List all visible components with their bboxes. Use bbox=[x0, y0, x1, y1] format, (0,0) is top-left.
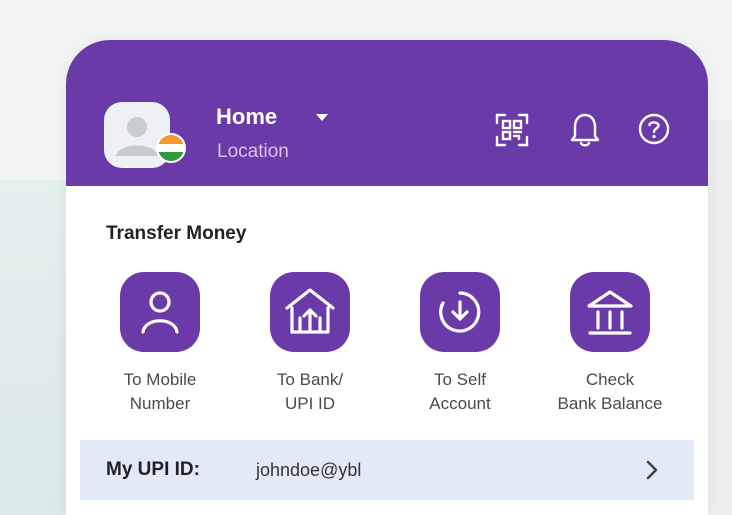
help-icon[interactable] bbox=[637, 112, 671, 146]
to-self-account-line1: To Self bbox=[434, 370, 486, 389]
to-self-account-line2: Account bbox=[429, 394, 491, 413]
to-self-account-button[interactable]: To Self Account bbox=[385, 272, 535, 416]
check-bank-balance-line1: Check bbox=[585, 370, 635, 389]
self-transfer-icon bbox=[439, 291, 481, 333]
app-header: Home Location bbox=[66, 40, 708, 186]
bank-icon bbox=[587, 290, 633, 335]
bell-icon[interactable] bbox=[568, 112, 602, 148]
upi-id-label: My UPI ID: bbox=[106, 459, 200, 480]
bank-upi-icon bbox=[285, 288, 335, 334]
my-upi-id-row[interactable]: My UPI ID: johndoe@ybl bbox=[80, 440, 694, 500]
to-bank-upi-line1: To Bank/ bbox=[276, 370, 344, 389]
check-bank-balance-button[interactable]: Check Bank Balance bbox=[535, 272, 685, 416]
person-icon bbox=[141, 291, 179, 334]
check-bank-balance-line2: Bank Balance bbox=[557, 394, 663, 413]
chevron-down-icon[interactable] bbox=[316, 114, 328, 121]
background-left bbox=[0, 180, 66, 515]
chevron-right-icon[interactable] bbox=[642, 458, 662, 482]
location-title[interactable]: Home bbox=[216, 104, 277, 130]
to-mobile-number-line2: Number bbox=[129, 394, 191, 413]
upi-id-value: johndoe@ybl bbox=[256, 460, 362, 480]
phone-screen: Home Location Transfer Money To Mobile N… bbox=[66, 40, 708, 515]
to-bank-upi-line2: UPI ID bbox=[284, 394, 336, 413]
to-mobile-number-line1: To Mobile bbox=[123, 370, 197, 389]
qr-scan-icon[interactable] bbox=[494, 112, 530, 148]
location-subtitle[interactable]: Location bbox=[217, 141, 289, 163]
to-mobile-number-button[interactable]: To Mobile Number bbox=[85, 272, 235, 416]
transfer-money-title: Transfer Money bbox=[106, 223, 247, 244]
to-bank-upi-button[interactable]: To Bank/ UPI ID bbox=[235, 272, 385, 416]
india-flag-icon bbox=[156, 133, 186, 163]
transfer-money-card: Transfer Money To Mobile Number To Bank/… bbox=[80, 196, 694, 515]
